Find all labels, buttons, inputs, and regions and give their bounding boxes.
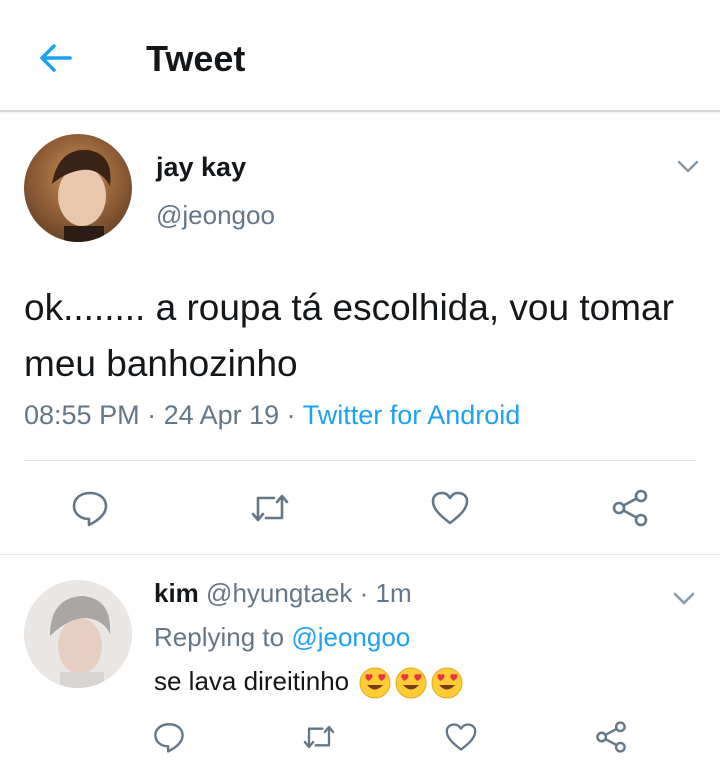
page-title: Tweet [146,38,246,79]
emoji-row [356,666,464,699]
meta-separator: · [279,400,303,430]
smiling-face-with-heart-eyes-emoji [395,667,427,699]
like-button[interactable] [430,490,470,526]
author-avatar[interactable] [24,134,132,242]
comment-bubble-icon [154,723,184,753]
replying-to-line: Replying to @jeongoo [154,622,410,653]
tweet-menu-button[interactable] [674,152,702,180]
meta-separator: · [139,400,164,430]
tweet-metadata: 08:55 PM · 24 Apr 19 · Twitter for Andro… [24,400,520,431]
arrow-left-icon [40,44,72,72]
tweet-time: 08:55 PM [24,400,140,430]
reply-reply-button[interactable] [152,720,186,754]
author-display-name[interactable]: jay kay [156,152,246,183]
reply-time: 1m [375,578,412,608]
top-app-bar: Tweet [0,0,720,112]
back-button[interactable] [36,38,76,78]
heart-icon [445,723,477,751]
reply-menu-button[interactable] [670,584,698,612]
mention-link[interactable]: @jeongoo [291,622,410,652]
share-icon [596,721,626,753]
comment-bubble-icon [72,491,108,527]
replying-to-label: Replying to [154,622,292,652]
smiling-face-with-heart-eyes-emoji [431,667,463,699]
chevron-down-icon [673,592,695,605]
reply-handle[interactable]: @hyungtaek [206,578,352,608]
reply-button[interactable] [70,488,110,528]
tweet-text: ok........ a roupa tá escolhida, vou tom… [24,287,674,384]
tweet-date: 24 Apr 19 [163,400,280,430]
retweet-icon [251,494,289,522]
heart-icon [431,491,469,525]
smiling-face-with-heart-eyes-emoji [359,667,391,699]
avatar-photo [24,580,132,688]
divider [24,460,696,461]
reply-retweet-button[interactable] [302,722,336,752]
reply-display-name[interactable]: kim [154,578,199,608]
reply-share-button[interactable] [594,720,628,754]
tweet-source-link[interactable]: Twitter for Android [303,400,521,430]
divider [0,554,720,555]
reply-like-button[interactable] [444,722,478,752]
chevron-down-icon [677,160,699,173]
avatar-photo [24,134,132,242]
reply-text-line: se lava direitinho [154,666,464,700]
author-handle[interactable]: @jeongoo [156,200,275,231]
meta-separator: · [352,578,376,608]
retweet-icon [303,725,335,749]
reply-author-avatar[interactable] [24,580,132,688]
share-button[interactable] [610,488,650,528]
share-icon [612,489,648,527]
reply-header: kim @hyungtaek · 1m [154,578,412,609]
retweet-button[interactable] [250,490,290,526]
reply-text: se lava direitinho [154,666,350,696]
